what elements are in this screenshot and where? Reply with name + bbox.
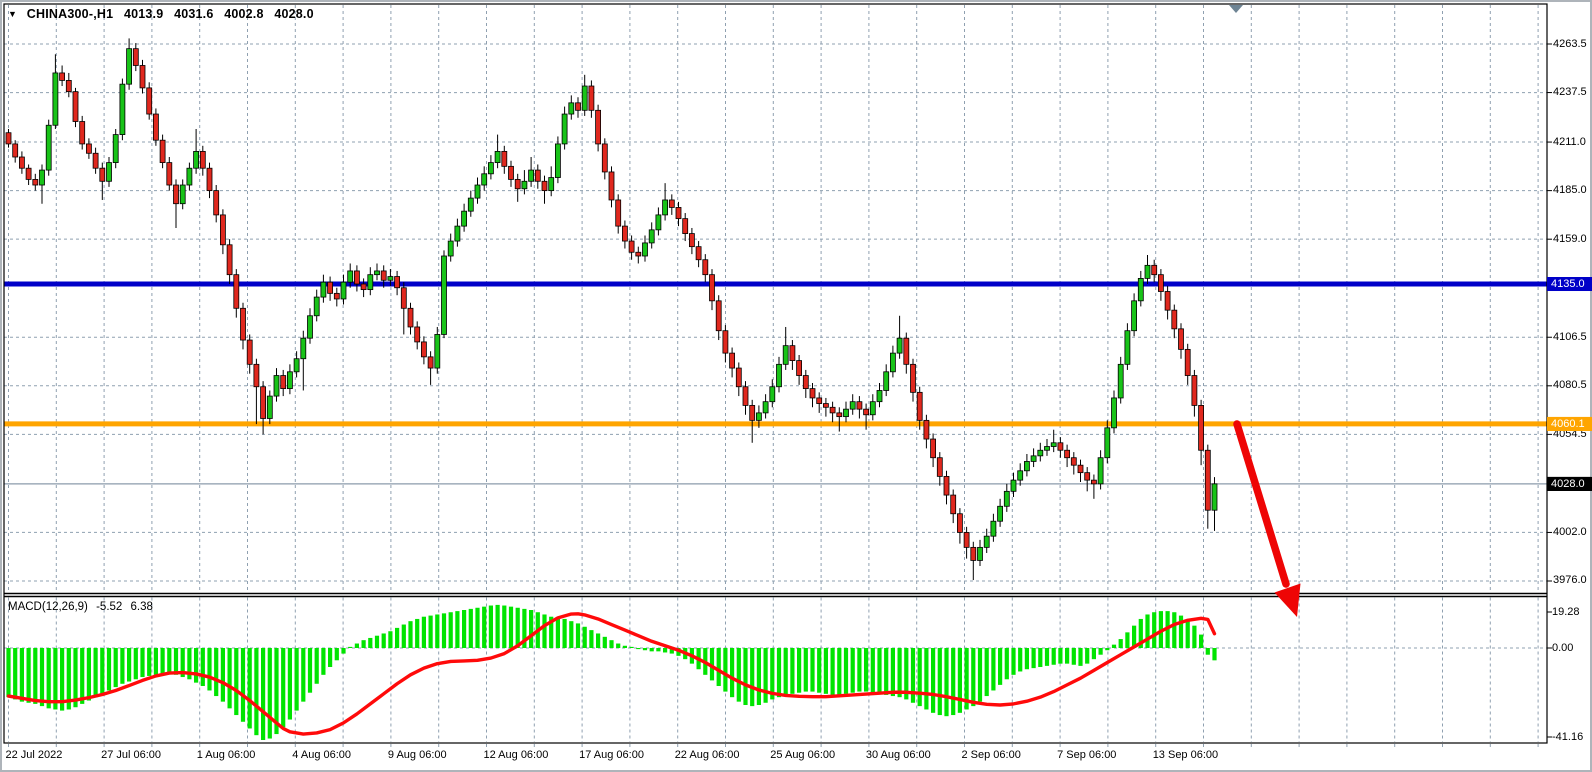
macd-tick-label: -41.16 (1552, 731, 1592, 743)
time-axis-label: 2 Sep 06:00 (962, 749, 1021, 761)
chart-header[interactable]: ▼ CHINA300-,H1 4013.9 4031.6 4002.8 4028… (8, 7, 321, 21)
chart-canvas[interactable] (0, 0, 1592, 772)
price-tag: 4028.0 (1547, 477, 1592, 491)
time-axis-label: 9 Aug 06:00 (388, 749, 447, 761)
price-tick-label: 4002.0 (1553, 526, 1592, 538)
time-axis-label: 17 Aug 06:00 (579, 749, 644, 761)
ohlc-low: 4002.8 (224, 7, 263, 21)
trading-chart-window: ▼ CHINA300-,H1 4013.9 4031.6 4002.8 4028… (0, 0, 1592, 772)
macd-signal-value: 6.38 (131, 601, 153, 613)
price-tick-label: 4159.0 (1553, 233, 1592, 245)
time-axis-label: 30 Aug 06:00 (866, 749, 931, 761)
price-tick-label: 4237.5 (1553, 86, 1592, 98)
price-tick-label: 4185.0 (1553, 184, 1592, 196)
price-tag: 4060.1 (1547, 417, 1592, 431)
time-axis-label: 1 Aug 06:00 (197, 749, 256, 761)
macd-indicator-label: MACD(12,26,9) -5.52 6.38 (8, 601, 158, 613)
time-axis-label: 13 Sep 06:00 (1153, 749, 1218, 761)
time-axis-label: 12 Aug 06:00 (484, 749, 549, 761)
ohlc-close: 4028.0 (274, 7, 313, 21)
time-axis-label: 22 Aug 06:00 (675, 749, 740, 761)
time-axis-label: 27 Jul 06:00 (101, 749, 161, 761)
price-tick-label: 4080.5 (1553, 379, 1592, 391)
price-tag: 4135.0 (1547, 277, 1592, 291)
chart-dropdown-icon[interactable]: ▼ (8, 9, 17, 19)
time-axis-label: 25 Aug 06:00 (770, 749, 835, 761)
macd-name: MACD(12,26,9) (8, 601, 88, 613)
price-tick-label: 4211.0 (1553, 136, 1592, 148)
time-axis-label: 7 Sep 06:00 (1057, 749, 1116, 761)
price-tick-label: 4263.5 (1553, 38, 1592, 50)
price-tick-label: 4106.5 (1553, 331, 1592, 343)
ohlc-open: 4013.9 (124, 7, 163, 21)
time-axis-label: 4 Aug 06:00 (292, 749, 351, 761)
price-tick-label: 3976.0 (1553, 574, 1592, 586)
time-axis-label: 22 Jul 2022 (6, 749, 63, 761)
macd-value: -5.52 (96, 601, 122, 613)
macd-tick-label: 0.00 (1552, 642, 1592, 654)
macd-tick-label: 19.28 (1552, 606, 1592, 618)
ohlc-high: 4031.6 (174, 7, 213, 21)
symbol-period-label: CHINA300-,H1 (27, 7, 113, 21)
